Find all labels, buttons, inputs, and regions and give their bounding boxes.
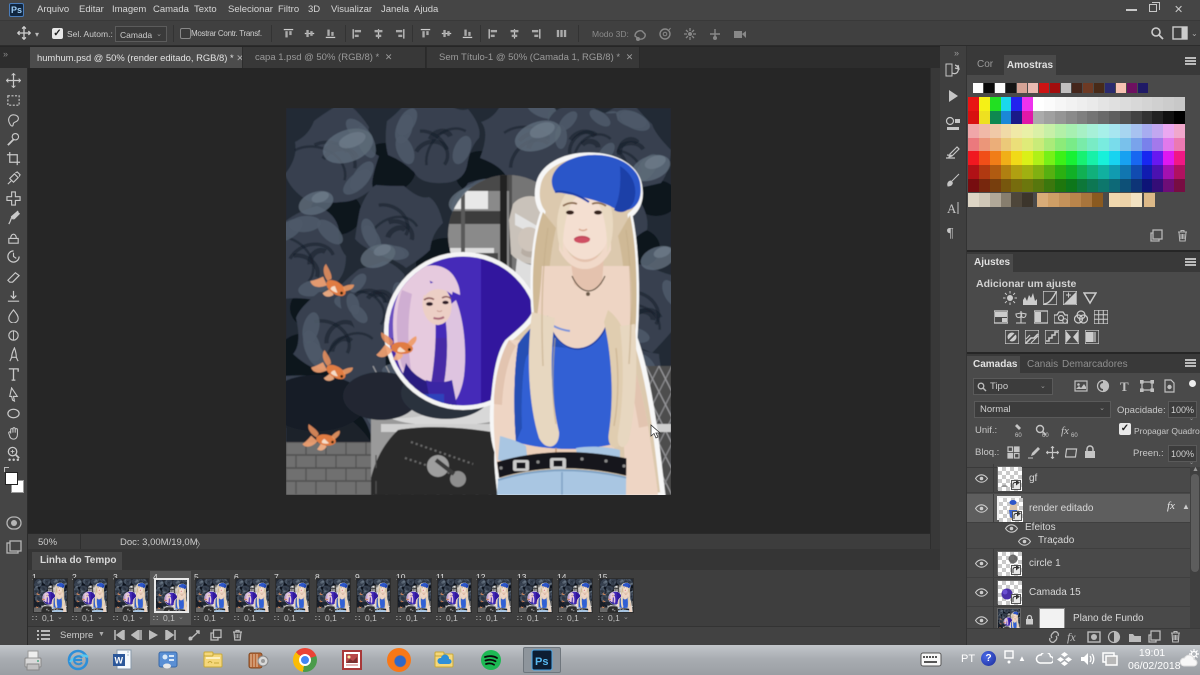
svg-text:¶: ¶ [947, 226, 954, 240]
svg-text:W: W [115, 656, 124, 666]
svg-text:fx: fx [1067, 630, 1076, 644]
svg-text:60: 60 [1015, 433, 1022, 438]
svg-text:60: 60 [1071, 433, 1078, 438]
svg-text:A: A [947, 201, 957, 216]
svg-text:60: 60 [1042, 433, 1049, 438]
svg-text:Ps: Ps [535, 656, 548, 668]
svg-text:T: T [1120, 379, 1129, 393]
svg-text:fx: fx [1061, 425, 1069, 437]
